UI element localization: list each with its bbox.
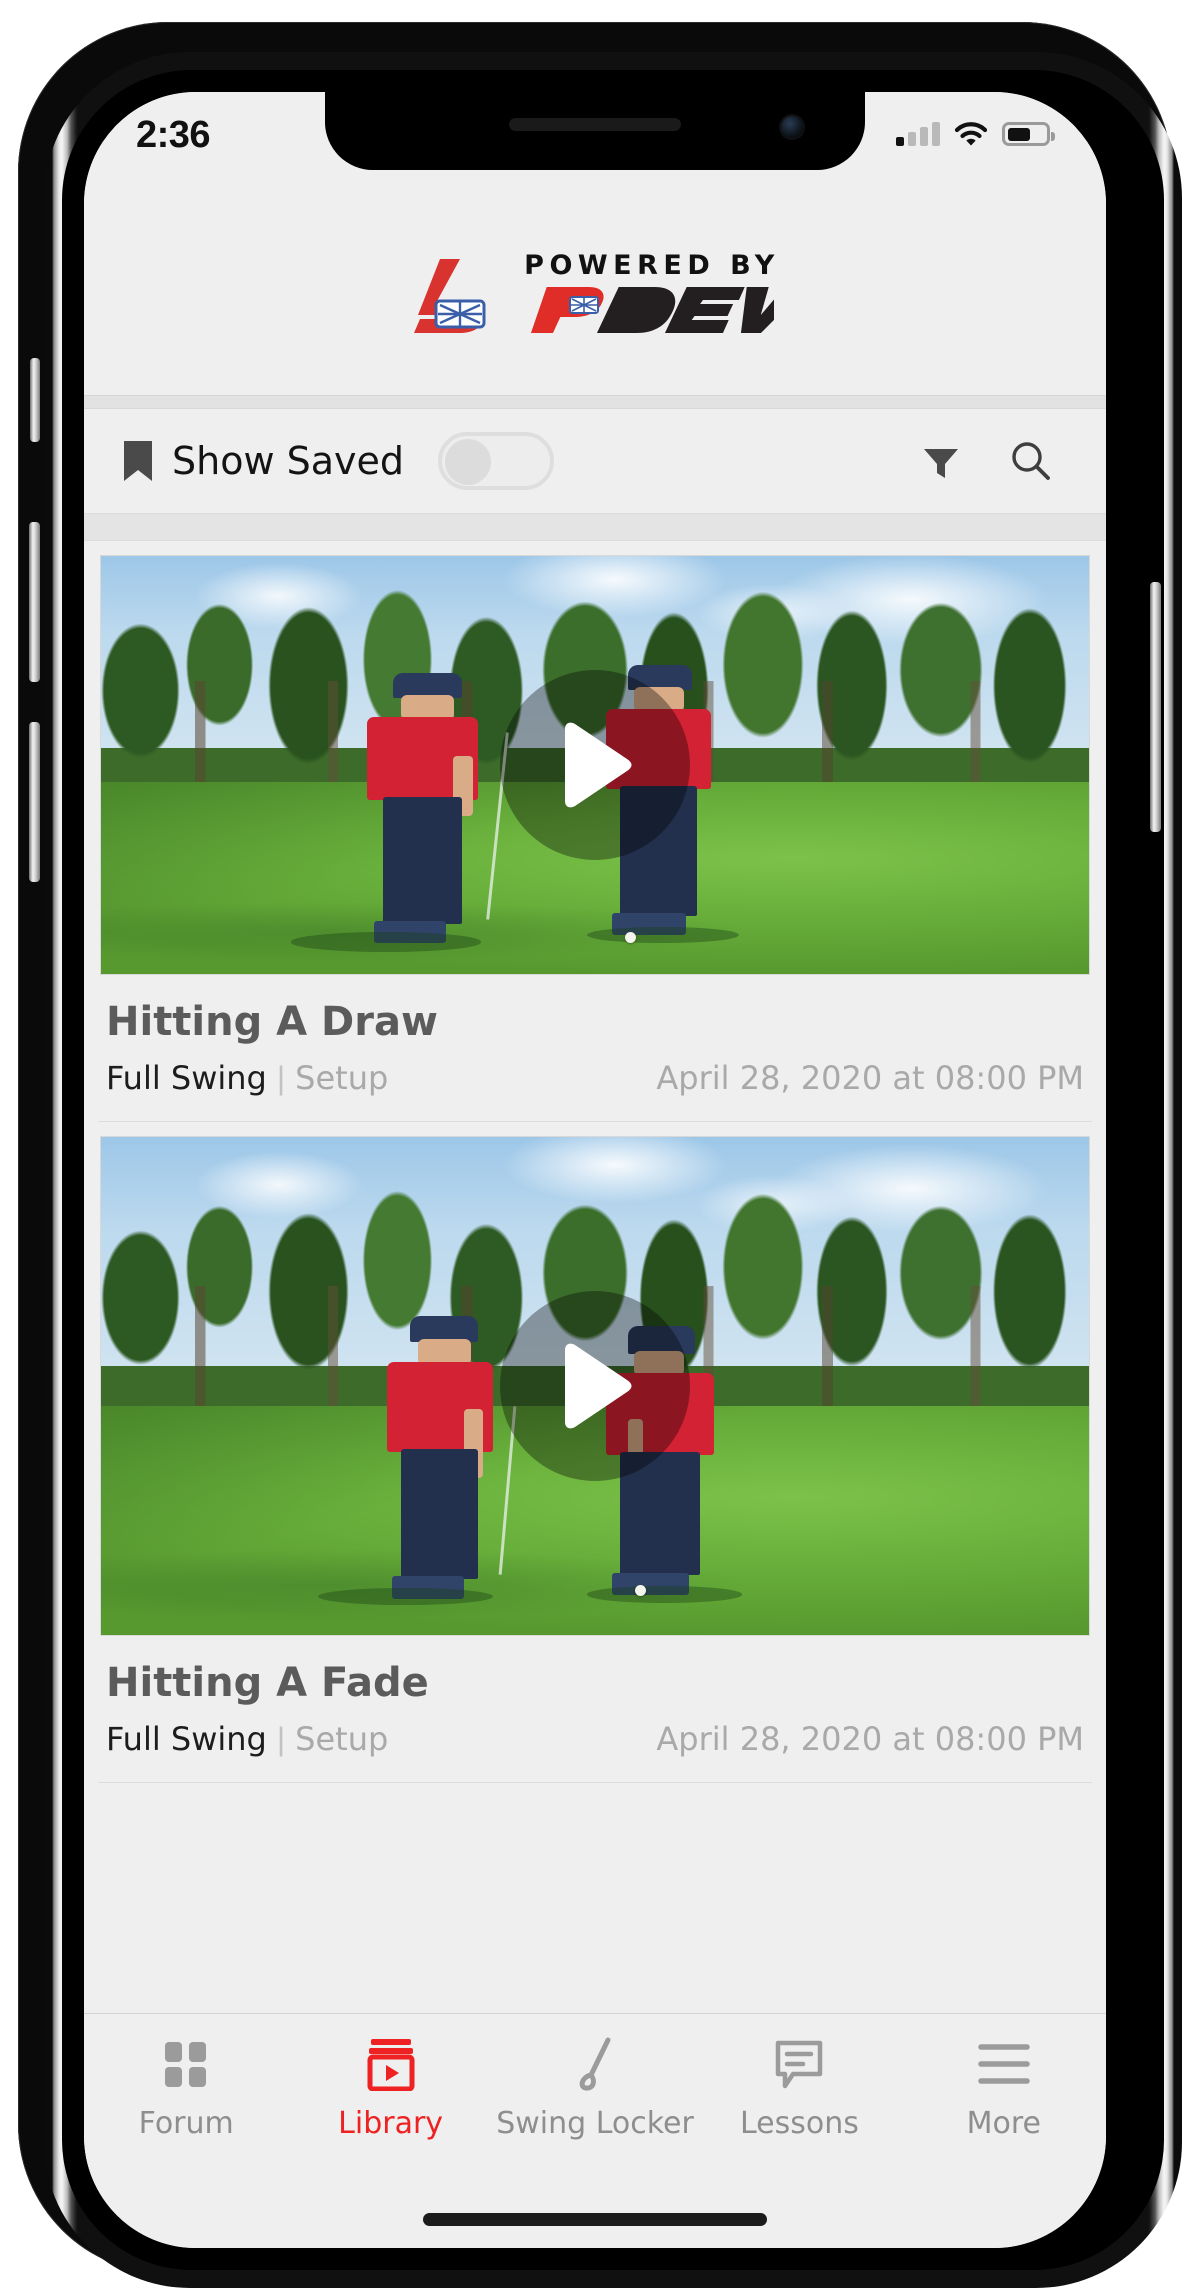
video-library-icon bbox=[366, 2036, 416, 2092]
video-title: Hitting A Draw bbox=[106, 999, 438, 1045]
video-meta: Full Swing | Setup April 28, 2020 at 08:… bbox=[84, 1045, 1106, 1121]
toolbar-bottom-separator bbox=[84, 513, 1106, 541]
bookmark-icon bbox=[124, 441, 152, 481]
search-icon[interactable] bbox=[1008, 438, 1054, 484]
meta-separator: | bbox=[276, 1060, 286, 1096]
phone-screen: 2:36 POWERED BY Show Saved Hitting A Dra… bbox=[84, 92, 1106, 2248]
powered-by-text: POWERED BY bbox=[524, 250, 780, 281]
app-header: POWERED BY bbox=[84, 170, 1106, 395]
power-button[interactable] bbox=[1150, 582, 1161, 832]
play-icon bbox=[565, 1343, 632, 1429]
play-icon bbox=[565, 722, 632, 808]
tab-label: Forum bbox=[138, 2106, 234, 2141]
toggle-knob bbox=[445, 439, 492, 485]
filter-icon[interactable] bbox=[918, 438, 964, 484]
video-card[interactable]: Hitting A Fade Full Swing | Setup April … bbox=[84, 1136, 1106, 1782]
cellular-signal-icon bbox=[896, 122, 940, 146]
tab-lessons[interactable]: Lessons bbox=[697, 2036, 901, 2141]
list-divider bbox=[98, 1121, 1092, 1122]
video-category: Full Swing bbox=[106, 1720, 267, 1758]
silent-switch-button[interactable] bbox=[30, 358, 40, 442]
phone-device-frame: 2:36 POWERED BY Show Saved Hitting A Dra… bbox=[18, 22, 1182, 2288]
video-thumbnail[interactable] bbox=[100, 1136, 1090, 1636]
video-category: Full Swing bbox=[106, 1059, 267, 1097]
hamburger-menu-icon bbox=[977, 2036, 1031, 2092]
video-date: April 28, 2020 at 08:00 PM bbox=[656, 1720, 1084, 1758]
volume-up-button[interactable] bbox=[29, 522, 40, 682]
toolbar-top-separator bbox=[84, 395, 1106, 409]
video-date: April 28, 2020 at 08:00 PM bbox=[656, 1059, 1084, 1097]
video-thumbnail[interactable] bbox=[100, 555, 1090, 975]
golf-club-icon bbox=[570, 2036, 620, 2092]
video-subcategory: Setup bbox=[295, 1059, 389, 1097]
tab-label: Swing Locker bbox=[496, 2106, 694, 2141]
tab-library[interactable]: Library bbox=[288, 2036, 492, 2141]
library-toolbar: Show Saved bbox=[84, 409, 1106, 513]
device-notch bbox=[325, 92, 865, 170]
play-button[interactable] bbox=[500, 670, 690, 860]
video-library-list[interactable]: Hitting A Draw Full Swing | Setup April … bbox=[84, 541, 1106, 2013]
tab-label: Library bbox=[338, 2106, 444, 2141]
volume-down-button[interactable] bbox=[29, 722, 40, 882]
battery-icon bbox=[1002, 122, 1055, 146]
chat-bubble-icon bbox=[773, 2036, 825, 2092]
bp-logo-mark bbox=[410, 257, 508, 335]
front-camera bbox=[781, 116, 803, 138]
tab-swing-locker[interactable]: Swing Locker bbox=[493, 2036, 697, 2141]
status-time: 2:36 bbox=[136, 113, 211, 156]
home-indicator[interactable] bbox=[423, 2213, 767, 2226]
tab-label: Lessons bbox=[739, 2106, 859, 2141]
status-indicators bbox=[896, 121, 1055, 147]
tab-more[interactable]: More bbox=[902, 2036, 1106, 2141]
video-card[interactable]: Hitting A Draw Full Swing | Setup April … bbox=[84, 555, 1106, 1121]
wifi-icon bbox=[954, 121, 988, 147]
brand-logo: POWERED BY bbox=[410, 252, 780, 339]
show-saved-toggle[interactable] bbox=[438, 432, 555, 490]
pdev-wordmark bbox=[524, 281, 775, 339]
earpiece-speaker bbox=[509, 118, 681, 131]
show-saved-label: Show Saved bbox=[172, 439, 405, 483]
tab-label: More bbox=[966, 2106, 1042, 2141]
meta-separator: | bbox=[276, 1721, 286, 1757]
list-divider bbox=[98, 1782, 1092, 1783]
play-button[interactable] bbox=[500, 1291, 690, 1481]
video-subcategory: Setup bbox=[295, 1720, 389, 1758]
video-title: Hitting A Fade bbox=[106, 1660, 429, 1706]
video-meta: Full Swing | Setup April 28, 2020 at 08:… bbox=[84, 1706, 1106, 1782]
grid-squares-icon bbox=[161, 2036, 211, 2092]
tab-forum[interactable]: Forum bbox=[84, 2036, 288, 2141]
brand-wordmark: POWERED BY bbox=[524, 252, 780, 339]
